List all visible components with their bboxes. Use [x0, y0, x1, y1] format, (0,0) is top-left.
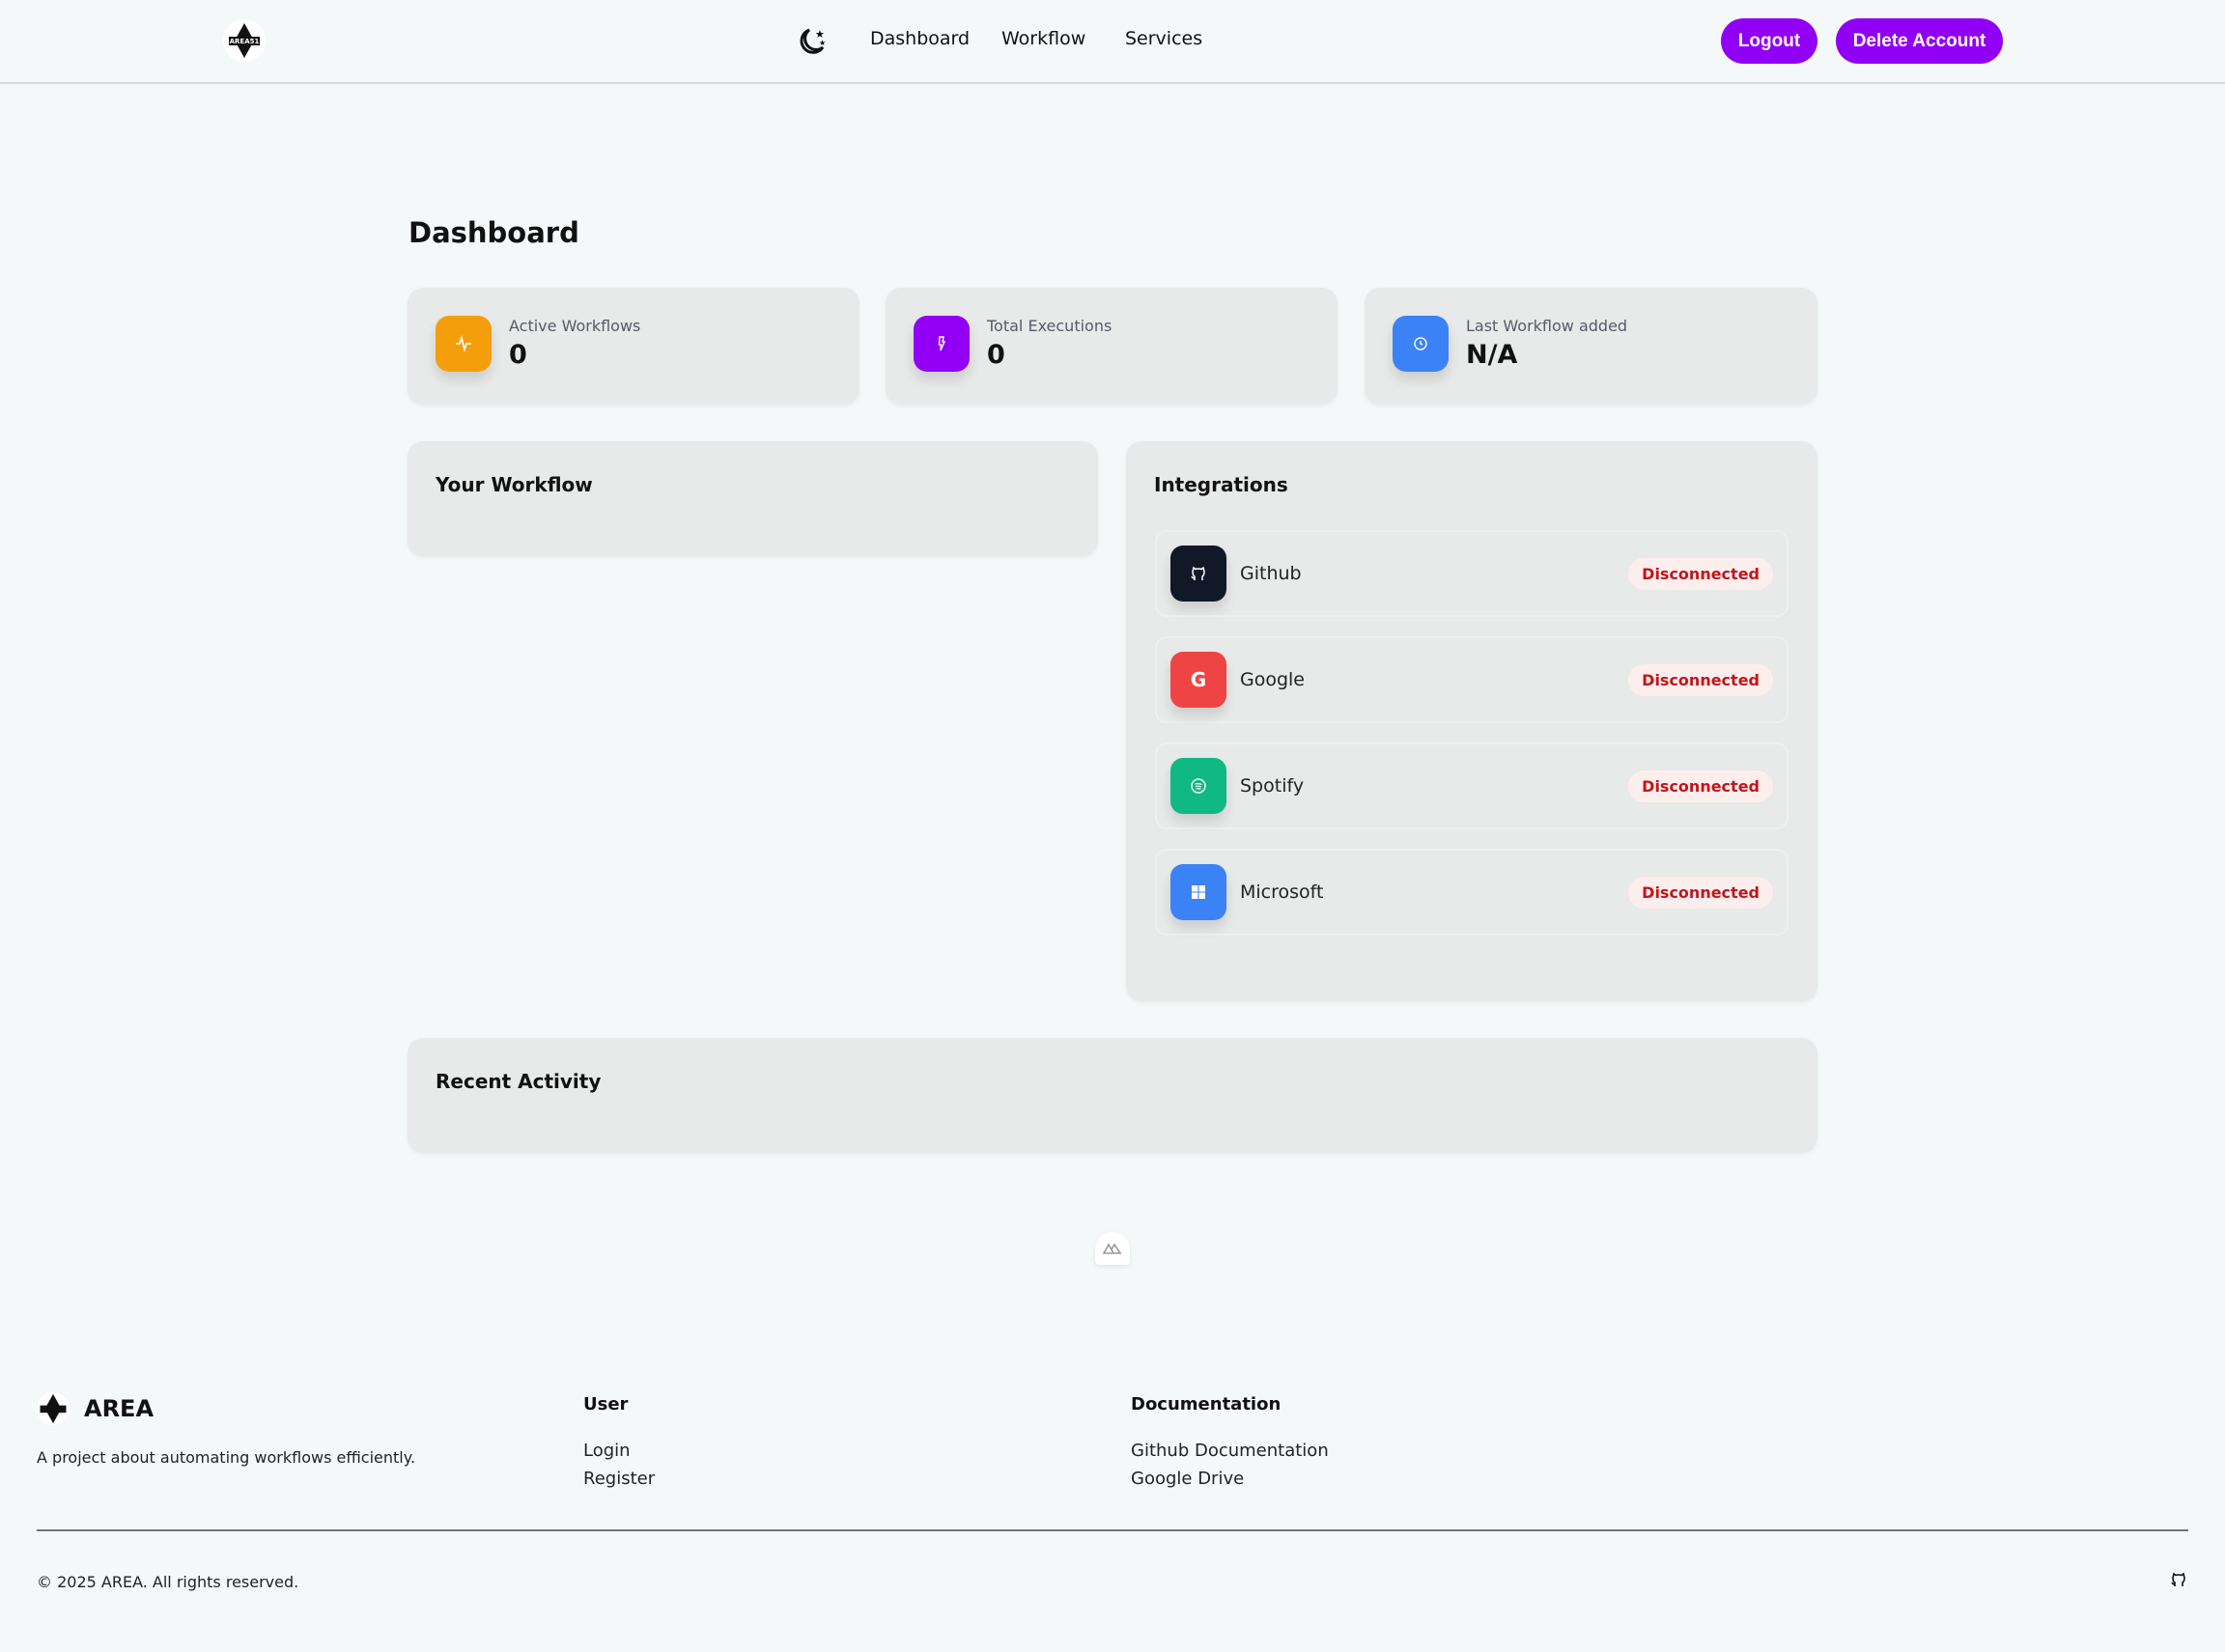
copyright: © 2025 AREA. All rights reserved. — [37, 1573, 299, 1591]
footer-register-link[interactable]: Register — [583, 1469, 655, 1489]
clock-icon — [1393, 316, 1449, 372]
footer-google-drive-link[interactable]: Google Drive — [1131, 1469, 1244, 1489]
github-icon[interactable] — [2170, 1570, 2187, 1593]
stat-card-total-executions: Total Executions 0 — [886, 288, 1338, 405]
footer-user-heading: User — [583, 1394, 629, 1414]
spotify-icon — [1170, 758, 1226, 814]
integration-spotify[interactable]: Spotify Disconnected — [1155, 742, 1788, 829]
stat-value: N/A — [1466, 340, 1518, 370]
recent-activity-card: Recent Activity — [408, 1038, 1817, 1153]
top-nav: AREA51 ★ ★ Dashboard Workflow Services Lo… — [0, 0, 2225, 84]
area51-logo[interactable]: AREA51 — [223, 19, 266, 62]
nav-workflow[interactable]: Workflow — [1001, 28, 1085, 49]
status-badge: Disconnected — [1628, 877, 1773, 909]
footer-github-docs-link[interactable]: Github Documentation — [1131, 1441, 1329, 1461]
microsoft-icon — [1170, 864, 1226, 920]
your-workflow-card: Your Workflow — [408, 441, 1098, 556]
stat-value: 0 — [987, 340, 1005, 370]
integration-github[interactable]: Github Disconnected — [1155, 530, 1788, 617]
logout-button[interactable]: Logout — [1721, 18, 1817, 64]
footer-brand: AREA — [84, 1395, 155, 1422]
integration-name: Spotify — [1240, 775, 1305, 797]
status-badge: Disconnected — [1628, 558, 1773, 590]
integration-name: Github — [1240, 563, 1302, 584]
stat-label: Total Executions — [987, 317, 1112, 335]
bolt-icon — [914, 316, 970, 372]
activity-icon — [436, 316, 492, 372]
integration-name: Google — [1240, 669, 1306, 690]
stat-label: Active Workflows — [509, 317, 641, 335]
svg-text:AREA51: AREA51 — [230, 38, 260, 45]
integrations-card: Integrations Github Disconnected G Googl… — [1126, 441, 1817, 1001]
footer-docs-heading: Documentation — [1131, 1394, 1281, 1414]
card-title: Recent Activity — [436, 1070, 602, 1093]
github-icon — [1170, 546, 1226, 602]
footer-description: A project about automating workflows eff… — [37, 1448, 416, 1467]
stat-card-last-workflow: Last Workflow added N/A — [1365, 288, 1817, 405]
stat-label: Last Workflow added — [1466, 317, 1628, 335]
page-title: Dashboard — [408, 216, 579, 249]
footer-divider — [37, 1529, 2188, 1531]
delete-account-button[interactable]: Delete Account — [1836, 18, 2003, 64]
card-title: Your Workflow — [436, 473, 593, 496]
footer-logo — [37, 1392, 70, 1425]
stat-card-active-workflows: Active Workflows 0 — [408, 288, 859, 405]
card-title: Integrations — [1154, 473, 1288, 496]
stat-value: 0 — [509, 340, 527, 370]
nuxt-devtools-icon[interactable] — [1095, 1232, 1130, 1265]
svg-text:★: ★ — [819, 39, 826, 47]
integration-name: Microsoft — [1240, 882, 1324, 903]
nav-dashboard[interactable]: Dashboard — [870, 28, 970, 49]
dark-mode-toggle-icon[interactable]: ★ ★ — [798, 26, 827, 61]
integration-microsoft[interactable]: Microsoft Disconnected — [1155, 849, 1788, 936]
status-badge: Disconnected — [1628, 770, 1773, 802]
footer-login-link[interactable]: Login — [583, 1441, 631, 1461]
status-badge: Disconnected — [1628, 664, 1773, 696]
integration-google[interactable]: G Google Disconnected — [1155, 636, 1788, 723]
google-icon: G — [1170, 652, 1226, 708]
nav-services[interactable]: Services — [1125, 28, 1202, 49]
